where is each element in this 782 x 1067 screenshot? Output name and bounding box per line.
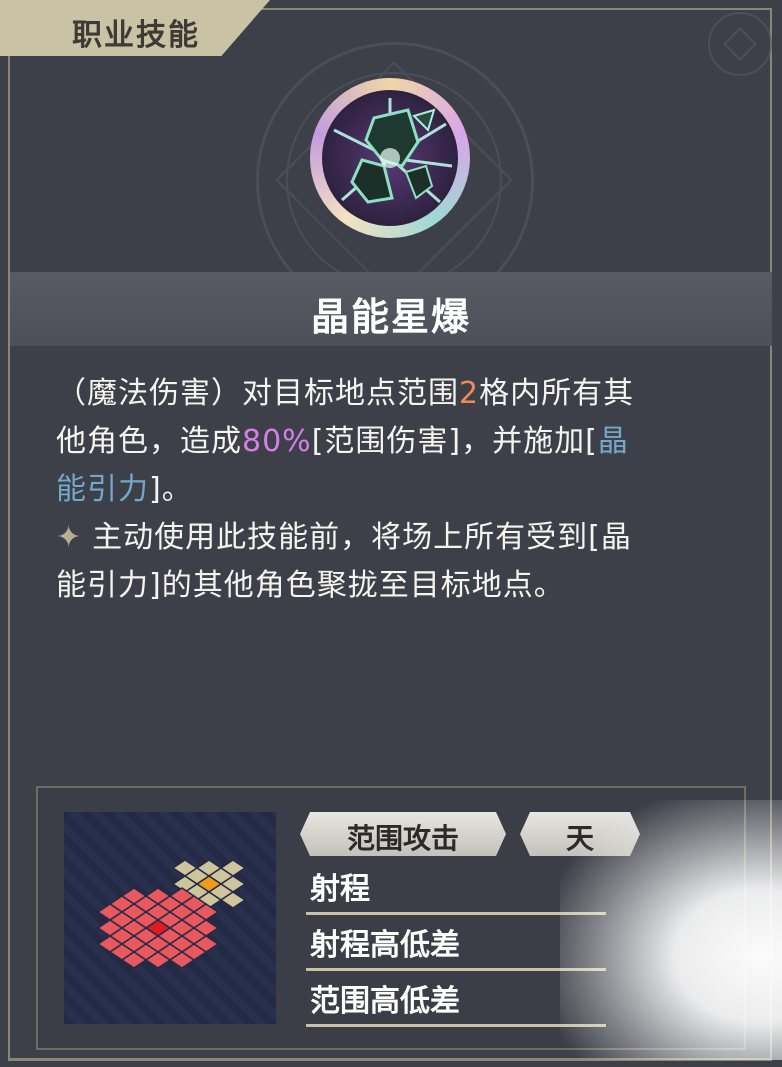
desc-line-4: ✦ 主动使用此技能前，将场上所有受到[晶 [56, 514, 736, 562]
desc-text: 能引力]的其他角色聚拢至目标地点。 [56, 568, 565, 603]
four-point-star-icon: ✦ [56, 520, 83, 555]
range-grid-panel [64, 812, 276, 1024]
skill-icon[interactable] [310, 78, 470, 238]
skill-description: （魔法伤害）对目标地点范围2格内所有其 他角色，造成80%[范围伤害]，并施加[… [56, 370, 736, 610]
status-effect-link[interactable]: 能引力 [56, 472, 149, 507]
damage-percent: 80% [242, 424, 312, 459]
desc-text: ]。 [149, 472, 193, 507]
header-title: 职业技能 [72, 18, 200, 53]
skill-name: 晶能星爆 [310, 295, 471, 339]
tag-area-attack: 范围攻击 [300, 812, 506, 856]
screen-glare [560, 800, 782, 1060]
range-value: 2 [459, 376, 480, 411]
stat-label: 射程高低差 [310, 928, 460, 963]
desc-line-1: （魔法伤害）对目标地点范围2格内所有其 [56, 370, 736, 418]
stat-label: 射程 [310, 872, 370, 907]
desc-line-3: 能引力]。 [56, 466, 736, 514]
desc-text: [范围伤害]，并施加[ [311, 424, 598, 459]
desc-line-5: 能引力]的其他角色聚拢至目标地点。 [56, 562, 736, 610]
desc-line-2: 他角色，造成80%[范围伤害]，并施加[晶 [56, 418, 736, 466]
stat-label: 范围高低差 [310, 984, 460, 1019]
status-effect-link[interactable]: 晶 [598, 424, 629, 459]
range-grid [96, 859, 247, 969]
crystal-burst-icon [322, 90, 458, 226]
desc-text: 格内所有其 [479, 376, 635, 411]
desc-text: （魔法伤害）对目标地点范围 [56, 376, 459, 411]
desc-text: 主动使用此技能前，将场上所有受到[晶 [92, 520, 632, 555]
corner-ornament-icon [708, 12, 772, 76]
skill-name-bar: 晶能星爆 [10, 272, 772, 346]
desc-text: 他角色，造成 [56, 424, 242, 459]
tag-label: 范围攻击 [346, 822, 459, 855]
